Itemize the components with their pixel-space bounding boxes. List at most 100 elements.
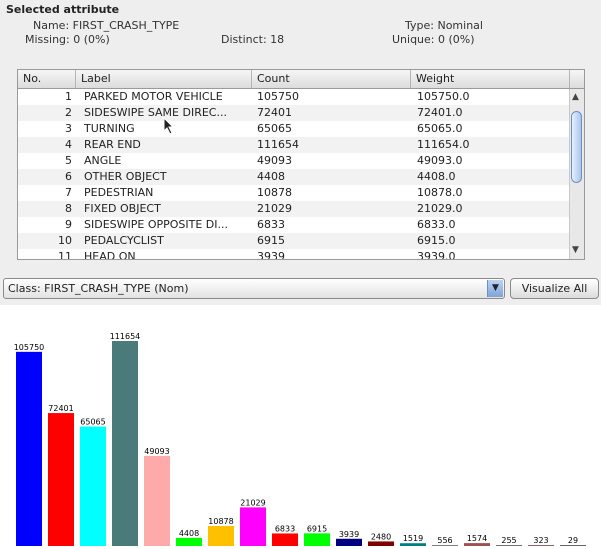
row-label: REAR END <box>84 138 141 151</box>
panel-title: Selected attribute <box>6 3 120 16</box>
row-number: 8 <box>65 202 72 215</box>
attribute-name: Name: FIRST_CRASH_TYPE <box>33 19 180 32</box>
row-weight: 6915.0 <box>417 234 456 247</box>
row-label: ANGLE <box>84 154 122 167</box>
bar-13[interactable] <box>400 543 426 546</box>
bar-value-label: 111654 <box>110 332 141 341</box>
bar-value-label: 6915 <box>307 524 327 533</box>
bar-14[interactable] <box>432 544 458 546</box>
bar-16[interactable] <box>496 545 522 546</box>
row-number: 4 <box>65 138 72 151</box>
table-row[interactable]: 11 HEAD ON 3939 3939.0 <box>18 249 570 260</box>
bar-1[interactable] <box>16 351 42 546</box>
row-number: 9 <box>65 218 72 231</box>
row-count: 3939 <box>257 250 285 260</box>
table-row[interactable]: 7 PEDESTRIAN 10878 10878.0 <box>18 185 570 201</box>
table-row[interactable]: 6 OTHER OBJECT 4408 4408.0 <box>18 169 570 185</box>
bar-value-label: 72401 <box>48 404 73 413</box>
scroll-up-icon[interactable]: ▲ <box>572 92 579 102</box>
chevron-down-icon[interactable]: ▼ <box>487 280 503 297</box>
bar-18[interactable] <box>560 545 586 546</box>
row-count: 6833 <box>257 218 285 231</box>
row-label: PEDESTRIAN <box>84 186 154 199</box>
bar-value-label: 29 <box>568 536 578 545</box>
row-weight: 21029.0 <box>417 202 463 215</box>
row-count: 111654 <box>257 138 299 151</box>
row-weight: 72401.0 <box>417 106 463 119</box>
bar-7[interactable] <box>208 526 234 546</box>
row-count: 105750 <box>257 90 299 103</box>
bar-15[interactable] <box>464 543 490 546</box>
bar-value-label: 556 <box>437 536 452 545</box>
row-number: 2 <box>65 106 72 119</box>
bar-value-label: 105750 <box>14 343 45 352</box>
row-number: 10 <box>58 234 72 247</box>
column-header-count[interactable]: Count <box>252 70 411 88</box>
row-weight: 3939.0 <box>417 250 456 260</box>
bar-12[interactable] <box>368 541 394 546</box>
column-header-no[interactable]: No. <box>18 70 76 88</box>
bar-chart: 105750 72401 65065 111654 49093 4408 10878 2102… <box>14 332 586 546</box>
bar-value-label: 1574 <box>467 534 487 543</box>
bar-value-label: 49093 <box>144 447 169 456</box>
row-label: OTHER OBJECT <box>84 170 167 183</box>
bar-value-label: 255 <box>501 536 516 545</box>
row-label: SIDESWIPE OPPOSITE DI... <box>84 218 229 231</box>
vertical-scrollbar[interactable]: ▲ ▼ <box>569 89 584 259</box>
row-weight: 10878.0 <box>417 186 463 199</box>
row-weight: 49093.0 <box>417 154 463 167</box>
row-weight: 105750.0 <box>417 90 470 103</box>
table-row[interactable]: 2 SIDESWIPE SAME DIREC... 72401 72401.0 <box>18 105 570 121</box>
bar-value-label: 2480 <box>371 532 391 541</box>
table-row[interactable]: 1 PARKED MOTOR VEHICLE 105750 105750.0 <box>18 89 570 105</box>
row-label: FIXED OBJECT <box>84 202 161 215</box>
visualize-all-button[interactable]: Visualize All <box>510 278 599 299</box>
bar-2[interactable] <box>48 413 74 546</box>
row-weight: 65065.0 <box>417 122 463 135</box>
bar-value-label: 1519 <box>403 534 423 543</box>
table-row[interactable]: 4 REAR END 111654 111654.0 <box>18 137 570 153</box>
bar-value-label: 3939 <box>339 530 359 539</box>
bar-17[interactable] <box>528 545 554 546</box>
row-label: HEAD ON <box>84 250 136 260</box>
class-distribution-chart: 105750 72401 65065 111654 49093 4408 10878 2102… <box>0 305 601 549</box>
table-header: No. Label Count Weight <box>18 70 584 89</box>
bar-value-label: 10878 <box>208 517 233 526</box>
row-count: 72401 <box>257 106 292 119</box>
bar-8[interactable] <box>240 507 266 546</box>
scrollbar-thumb[interactable] <box>571 111 582 183</box>
table-row[interactable]: 9 SIDESWIPE OPPOSITE DI... 6833 6833.0 <box>18 217 570 233</box>
row-weight: 6833.0 <box>417 218 456 231</box>
class-select[interactable]: Class: FIRST_CRASH_TYPE (Nom) ▼ <box>3 278 505 299</box>
attribute-distinct: Distinct: 18 <box>221 33 285 46</box>
row-label: PEDALCYCLIST <box>84 234 164 247</box>
label-table: No. Label Count Weight 1 PARKED MOTOR VEH… <box>17 69 585 260</box>
bar-10[interactable] <box>304 533 330 546</box>
bar-5[interactable] <box>144 455 170 546</box>
bar-value-label: 6833 <box>275 524 295 533</box>
row-weight: 111654.0 <box>417 138 470 151</box>
row-number: 6 <box>65 170 72 183</box>
table-row[interactable]: 5 ANGLE 49093 49093.0 <box>18 153 570 169</box>
column-header-weight[interactable]: Weight <box>411 70 570 88</box>
row-number: 7 <box>65 186 72 199</box>
bar-value-label: 65065 <box>80 418 105 427</box>
row-number: 1 <box>65 90 72 103</box>
mouse-cursor-icon <box>163 117 175 135</box>
bar-9[interactable] <box>272 533 298 546</box>
bar-value-label: 4408 <box>179 529 199 538</box>
bar-value-label: 323 <box>533 536 548 545</box>
table-row[interactable]: 8 FIXED OBJECT 21029 21029.0 <box>18 201 570 217</box>
table-row[interactable]: 3 TURNING 65065 65065.0 <box>18 121 570 137</box>
scroll-down-icon[interactable]: ▼ <box>572 245 579 255</box>
column-header-label[interactable]: Label <box>76 70 252 88</box>
row-number: 3 <box>65 122 72 135</box>
bar-11[interactable] <box>336 538 362 546</box>
bar-4[interactable] <box>112 341 138 546</box>
bar-value-label: 21029 <box>240 498 265 507</box>
table-row[interactable]: 10 PEDALCYCLIST 6915 6915.0 <box>18 233 570 249</box>
class-select-value: Class: FIRST_CRASH_TYPE (Nom) <box>8 282 189 295</box>
row-count: 21029 <box>257 202 292 215</box>
bar-3[interactable] <box>80 426 106 546</box>
bar-6[interactable] <box>176 537 202 546</box>
